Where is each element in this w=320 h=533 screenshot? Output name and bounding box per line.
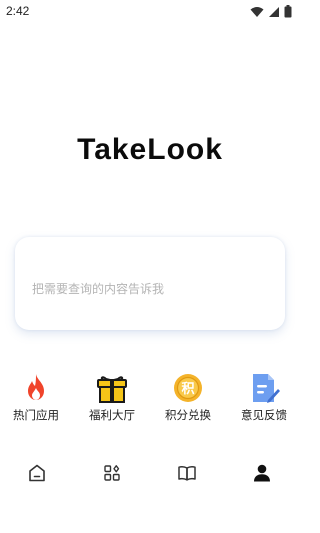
nav-home[interactable] <box>22 456 52 490</box>
quick-action-label: 福利大厅 <box>89 408 135 422</box>
app-title: TakeLook <box>77 133 223 166</box>
battery-icon <box>284 5 292 18</box>
quick-action-hot-apps[interactable]: 热门应用 <box>1 370 71 426</box>
quick-action-label: 热门应用 <box>13 408 59 422</box>
apps-grid-icon <box>104 465 120 481</box>
person-icon <box>254 464 270 482</box>
nav-reading[interactable] <box>172 456 202 490</box>
wifi-icon <box>250 6 264 17</box>
gift-icon <box>97 376 127 403</box>
feedback-doc-icon <box>253 374 280 403</box>
quick-action-label: 意见反馈 <box>241 408 287 422</box>
flame-icon <box>28 374 44 400</box>
bottom-nav <box>0 456 300 490</box>
quick-action-label: 积分兑换 <box>165 408 211 422</box>
nav-profile[interactable] <box>247 456 277 490</box>
status-icons <box>250 5 292 18</box>
status-time: 2:42 <box>6 4 30 18</box>
quick-action-feedback[interactable]: 意见反馈 <box>229 370 299 426</box>
search-input[interactable] <box>15 237 285 330</box>
home-icon <box>29 464 45 482</box>
status-bar: 2:42 <box>0 0 300 24</box>
quick-action-points[interactable]: 积 积分兑换 <box>153 370 223 426</box>
coin-text: 积 <box>181 381 194 397</box>
quick-action-welfare[interactable]: 福利大厅 <box>77 370 147 426</box>
points-coin-icon: 积 <box>174 374 202 402</box>
signal-icon <box>269 6 279 17</box>
search-card <box>15 237 285 330</box>
book-icon <box>178 466 196 481</box>
nav-apps[interactable] <box>97 456 127 490</box>
